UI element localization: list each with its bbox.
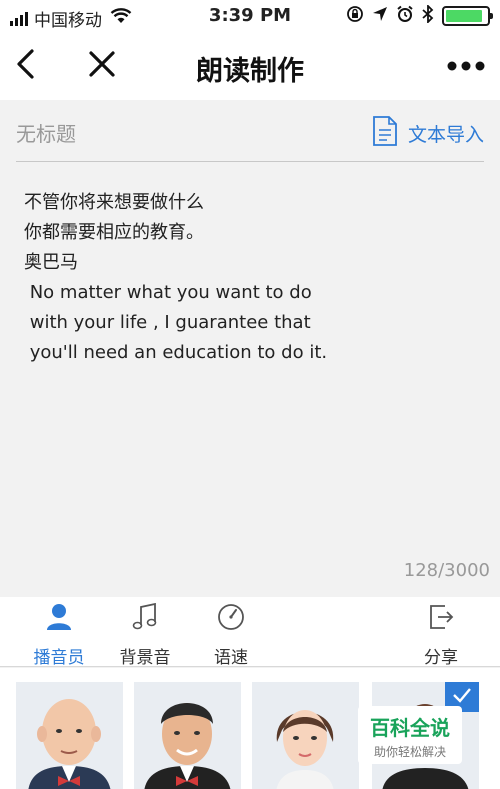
- watermark-subtitle: 助你轻松解决: [373, 745, 446, 759]
- alarm-icon: [396, 5, 414, 27]
- announcer-avatar[interactable]: [252, 682, 359, 789]
- speedometer-icon: [217, 603, 245, 635]
- bluetooth-icon: [422, 3, 434, 27]
- tab-speed-label: 语速: [214, 648, 248, 668]
- share-button[interactable]: 分享: [406, 603, 476, 668]
- person-icon: [46, 603, 72, 635]
- text-line: with your life , I guarantee that: [24, 312, 311, 333]
- title-input[interactable]: 无标题: [16, 118, 76, 147]
- orientation-lock-icon: [346, 5, 364, 27]
- nav-bar: 朗读制作: [0, 32, 500, 100]
- more-dots-icon: [447, 57, 485, 76]
- text-import-button[interactable]: 文本导入: [372, 116, 484, 150]
- text-editor[interactable]: 不管你将来想要做什么 你都需要相应的教育。 奥巴马 No matter what…: [24, 188, 476, 368]
- status-right: [346, 3, 493, 27]
- share-label: 分享: [424, 648, 458, 668]
- bottom-toolbar: 播音员 背景音 语速 分享: [0, 597, 500, 668]
- title-row: 无标题 文本导入: [16, 100, 484, 162]
- status-bar: 中国移动 3:39 PM: [0, 0, 500, 32]
- watermark-logo: 百科全说 助你轻松解决: [358, 706, 462, 764]
- document-icon: [372, 116, 398, 150]
- text-line: 你都需要相应的教育。: [24, 222, 204, 243]
- announcer-avatar[interactable]: [16, 682, 123, 789]
- tab-background-music-label: 背景音: [119, 648, 171, 668]
- more-button[interactable]: [446, 46, 486, 86]
- text-line: 不管你将来想要做什么: [24, 192, 204, 213]
- text-line: you'll need an education to do it.: [24, 342, 328, 363]
- tab-announcer[interactable]: 播音员: [24, 603, 94, 668]
- location-icon: [372, 6, 388, 26]
- battery-icon: [442, 6, 493, 26]
- watermark-title: 百科全说: [370, 716, 450, 740]
- tab-speed[interactable]: 语速: [196, 603, 266, 668]
- text-line: No matter what you want to do: [24, 282, 312, 303]
- share-icon: [427, 603, 455, 635]
- music-note-icon: [132, 602, 158, 635]
- page-title: 朗读制作: [196, 56, 304, 87]
- text-line: 奥巴马: [24, 252, 78, 273]
- announcer-avatar[interactable]: [134, 682, 241, 789]
- text-import-label: 文本导入: [407, 123, 484, 146]
- tab-announcer-label: 播音员: [33, 648, 85, 668]
- character-count: 128/3000: [403, 560, 490, 581]
- battery-level: [446, 10, 482, 22]
- checkmark-icon: [452, 687, 472, 707]
- tab-background-music[interactable]: 背景音: [110, 602, 180, 668]
